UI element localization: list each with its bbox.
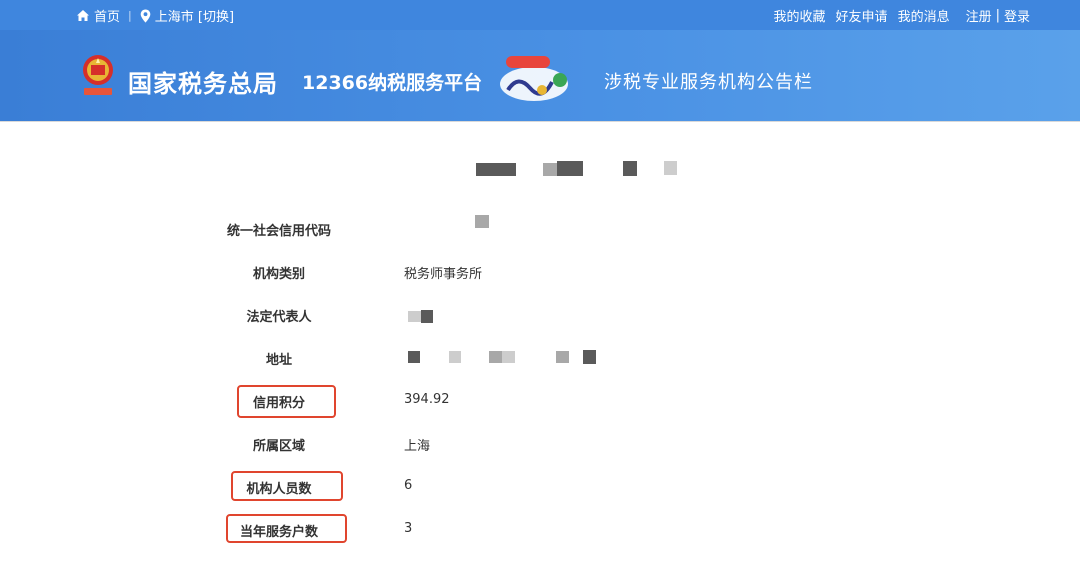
- header-banner: 国家税务总局 12366纳税服务平台 涉税专业服务机构公告栏: [0, 30, 1080, 122]
- value-credit-score: 394.92: [404, 392, 450, 407]
- login-link[interactable]: 登录: [1004, 6, 1030, 25]
- label-clients-count: 当年服务户数: [239, 525, 318, 540]
- 12366-badge-logo: [500, 56, 568, 101]
- label-region: 所属区域: [252, 439, 305, 454]
- topbar-separator: |: [128, 9, 132, 22]
- location-label: 上海市 [切换]: [154, 10, 235, 25]
- friend-request-link[interactable]: 好友申请: [836, 6, 888, 25]
- auth-divider: |: [995, 8, 1000, 23]
- label-staff-count: 机构人员数: [246, 482, 312, 497]
- location-pin-icon: [140, 9, 151, 22]
- label-org-type: 机构类别: [252, 267, 305, 282]
- home-icon: [77, 10, 89, 21]
- register-link[interactable]: 注册: [966, 6, 992, 25]
- location-switch[interactable]: 上海市 [切换]: [140, 6, 234, 25]
- home-link-label: 首页: [94, 10, 121, 25]
- label-credit-score: 信用积分: [252, 396, 305, 411]
- label-legal-rep: 法定代表人: [246, 310, 312, 325]
- topbar-right: 我的收藏 好友申请 我的消息 注册 | 登录: [764, 6, 1030, 25]
- home-link[interactable]: 首页: [76, 6, 120, 25]
- label-credit-code: 统一社会信用代码: [226, 224, 331, 239]
- messages-link[interactable]: 我的消息: [898, 6, 950, 25]
- value-org-type: 税务师事务所: [404, 267, 483, 282]
- tax-emblem-logo: [83, 55, 113, 95]
- header-subtitle: 涉税专业服务机构公告栏: [604, 72, 813, 93]
- platform-name: 12366纳税服务平台: [302, 72, 483, 94]
- site-name: 国家税务总局: [128, 70, 278, 98]
- top-utility-bar: 首页 | 上海市 [切换] 我的收藏 好友申请 我的消息 注册 | 登录: [0, 0, 1080, 30]
- value-region: 上海: [404, 439, 431, 454]
- topbar-left: 首页 | 上海市 [切换]: [76, 6, 234, 25]
- label-address: 地址: [265, 353, 292, 368]
- value-clients-count: 3: [404, 521, 413, 536]
- value-staff-count: 6: [404, 478, 413, 493]
- favorites-link[interactable]: 我的收藏: [774, 6, 826, 25]
